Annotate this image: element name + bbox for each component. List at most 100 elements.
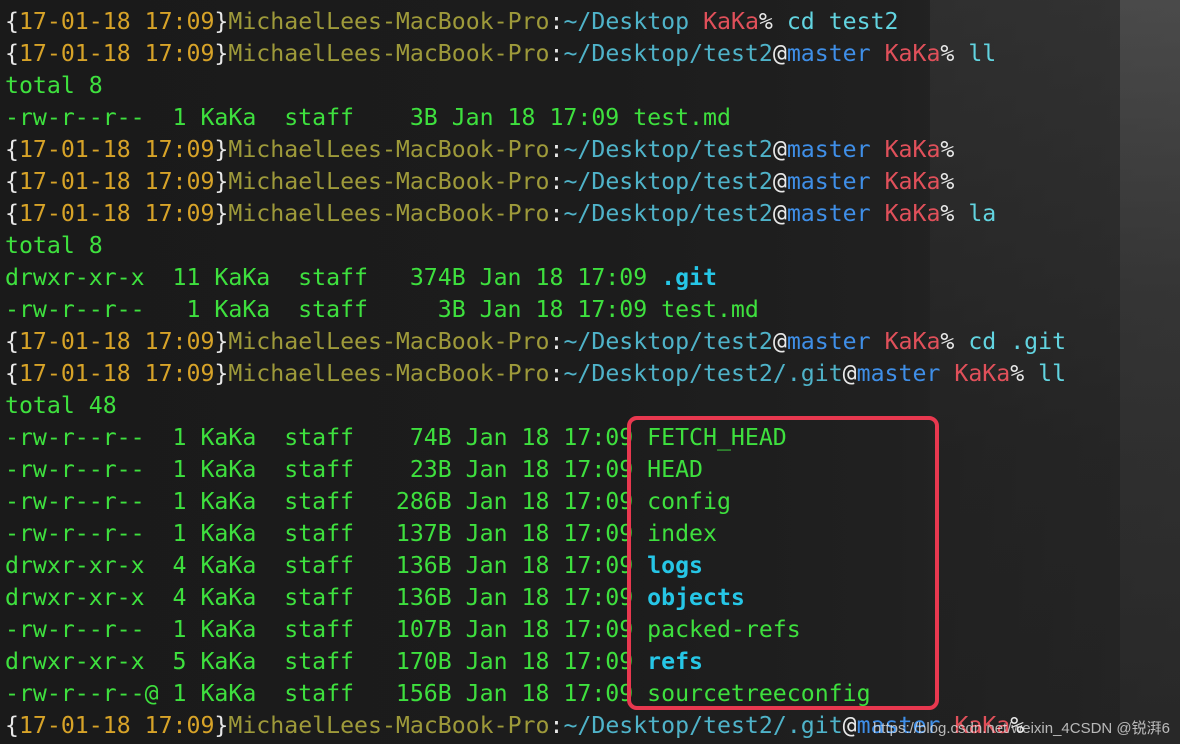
listing-metadata: -rw-r--r-- 1 KaKa staff 286B Jan 18 17:0… [5, 488, 648, 515]
listing-file-name: index [647, 520, 717, 547]
output-text: total 8 [5, 72, 103, 99]
prompt-open-brace: { [5, 328, 19, 355]
listing-directory-name: .git [661, 264, 717, 291]
prompt-hostname: MichaelLees-MacBook-Pro [228, 40, 550, 67]
prompt-git-branch: master [786, 200, 871, 227]
prompt-username: KaKa [884, 168, 941, 195]
prompt-open-brace: { [5, 136, 19, 163]
prompt-colon: : [549, 328, 564, 355]
listing-row: drwxr-xr-x 4 KaKa staff 136B Jan 18 17:0… [5, 550, 1180, 582]
prompt-path: ~/Desktop/test2/.git [563, 712, 843, 739]
listing-row: drwxr-xr-x 5 KaKa staff 170B Jan 18 17:0… [5, 646, 1180, 678]
prompt-path: ~/Desktop [563, 8, 690, 35]
prompt-hostname: MichaelLees-MacBook-Pro [228, 360, 550, 387]
prompt-line: {17-01-18 17:09}MichaelLees-MacBook-Pro:… [5, 38, 1180, 70]
prompt-path: ~/Desktop/test2 [563, 40, 773, 67]
prompt-path: ~/Desktop/test2 [563, 168, 773, 195]
prompt-colon: : [549, 40, 564, 67]
listing-metadata: -rw-r--r-- 1 KaKa staff 74B Jan 18 17:09 [5, 424, 648, 451]
prompt-symbol: % [940, 200, 955, 227]
prompt-symbol: % [758, 8, 773, 35]
listing-row: -rw-r--r-- 1 KaKa staff 286B Jan 18 17:0… [5, 486, 1180, 518]
listing-metadata: -rw-r--r-- 1 KaKa staff 137B Jan 18 17:0… [5, 520, 648, 547]
prompt-command: cd .git [954, 328, 1067, 355]
prompt-symbol: % [940, 328, 955, 355]
prompt-close-brace: } [214, 712, 229, 739]
listing-row: -rw-r--r-- 1 KaKa staff 107B Jan 18 17:0… [5, 614, 1180, 646]
output-line: total 8 [5, 230, 1180, 262]
prompt-at-sign: @ [772, 40, 787, 67]
prompt-timestamp: 17-01-18 17:09 [18, 136, 215, 163]
watermark-text: https://blog.csdn.net/weixin_4CSDN @锐湃6 [872, 720, 1170, 737]
prompt-close-brace: } [214, 40, 229, 67]
prompt-username: KaKa [703, 8, 759, 35]
prompt-open-brace: { [5, 360, 19, 387]
prompt-at-sign: @ [772, 136, 787, 163]
prompt-timestamp: 17-01-18 17:09 [18, 328, 215, 355]
prompt-line: {17-01-18 17:09}MichaelLees-MacBook-Pro:… [5, 358, 1180, 390]
prompt-symbol: % [1010, 360, 1025, 387]
listing-metadata: -rw-r--r-- 1 KaKa staff 107B Jan 18 17:0… [5, 616, 648, 643]
prompt-open-brace: { [5, 8, 19, 35]
prompt-hostname: MichaelLees-MacBook-Pro [228, 8, 550, 35]
listing-metadata: -rw-r--r-- 1 KaKa staff 3B Jan 18 17:09 [5, 104, 634, 131]
prompt-username: KaKa [884, 40, 941, 67]
prompt-path: ~/Desktop/test2/.git [563, 360, 843, 387]
prompt-close-brace: } [214, 200, 229, 227]
terminal-output: {17-01-18 17:09}MichaelLees-MacBook-Pro:… [5, 6, 1180, 742]
prompt-line: {17-01-18 17:09}MichaelLees-MacBook-Pro:… [5, 166, 1180, 198]
terminal-window[interactable]: {17-01-18 17:09}MichaelLees-MacBook-Pro:… [0, 0, 1180, 744]
prompt-timestamp: 17-01-18 17:09 [18, 8, 215, 35]
prompt-symbol: % [940, 40, 955, 67]
prompt-path: ~/Desktop/test2 [563, 328, 773, 355]
prompt-hostname: MichaelLees-MacBook-Pro [228, 712, 550, 739]
prompt-close-brace: } [214, 360, 229, 387]
listing-metadata: -rw-r--r-- 1 KaKa staff 3B Jan 18 17:09 [5, 296, 662, 323]
prompt-line: {17-01-18 17:09}MichaelLees-MacBook-Pro:… [5, 326, 1180, 358]
prompt-git-branch: master [786, 136, 871, 163]
prompt-symbol: % [940, 136, 955, 163]
listing-row: drwxr-xr-x 11 KaKa staff 374B Jan 18 17:… [5, 262, 1180, 294]
listing-file-name: FETCH_HEAD [647, 424, 787, 451]
prompt-timestamp: 17-01-18 17:09 [18, 40, 215, 67]
prompt-path: ~/Desktop/test2 [563, 136, 773, 163]
prompt-timestamp: 17-01-18 17:09 [18, 712, 215, 739]
listing-row: drwxr-xr-x 4 KaKa staff 136B Jan 18 17:0… [5, 582, 1180, 614]
prompt-close-brace: } [214, 136, 229, 163]
prompt-command: ll [954, 40, 997, 67]
prompt-open-brace: { [5, 200, 19, 227]
output-line: total 48 [5, 390, 1180, 422]
listing-metadata: -rw-r--r-- 1 KaKa staff 23B Jan 18 17:09 [5, 456, 648, 483]
prompt-at-sign: @ [772, 200, 787, 227]
listing-file-name: test.md [661, 296, 759, 323]
listing-row: -rw-r--r-- 1 KaKa staff 74B Jan 18 17:09… [5, 422, 1180, 454]
listing-row: -rw-r--r--@ 1 KaKa staff 156B Jan 18 17:… [5, 678, 1180, 710]
prompt-close-brace: } [214, 328, 229, 355]
prompt-colon: : [549, 712, 564, 739]
prompt-colon: : [549, 8, 564, 35]
output-text: total 48 [5, 392, 117, 419]
prompt-at-sign: @ [842, 712, 857, 739]
listing-directory-name: refs [647, 648, 704, 675]
listing-file-name: packed-refs [647, 616, 801, 643]
prompt-command: ll [1024, 360, 1067, 387]
listing-file-name: config [647, 488, 731, 515]
output-text: total 8 [5, 232, 103, 259]
listing-file-name: sourcetreeconfig [647, 680, 871, 707]
prompt-line: {17-01-18 17:09}MichaelLees-MacBook-Pro:… [5, 6, 1180, 38]
prompt-username: KaKa [884, 328, 941, 355]
prompt-username: KaKa [884, 200, 941, 227]
listing-row: -rw-r--r-- 1 KaKa staff 3B Jan 18 17:09 … [5, 102, 1180, 134]
prompt-symbol: % [940, 168, 955, 195]
prompt-username: KaKa [884, 136, 941, 163]
prompt-colon: : [549, 168, 564, 195]
prompt-hostname: MichaelLees-MacBook-Pro [228, 136, 550, 163]
prompt-at-sign: @ [772, 328, 787, 355]
prompt-hostname: MichaelLees-MacBook-Pro [228, 168, 550, 195]
